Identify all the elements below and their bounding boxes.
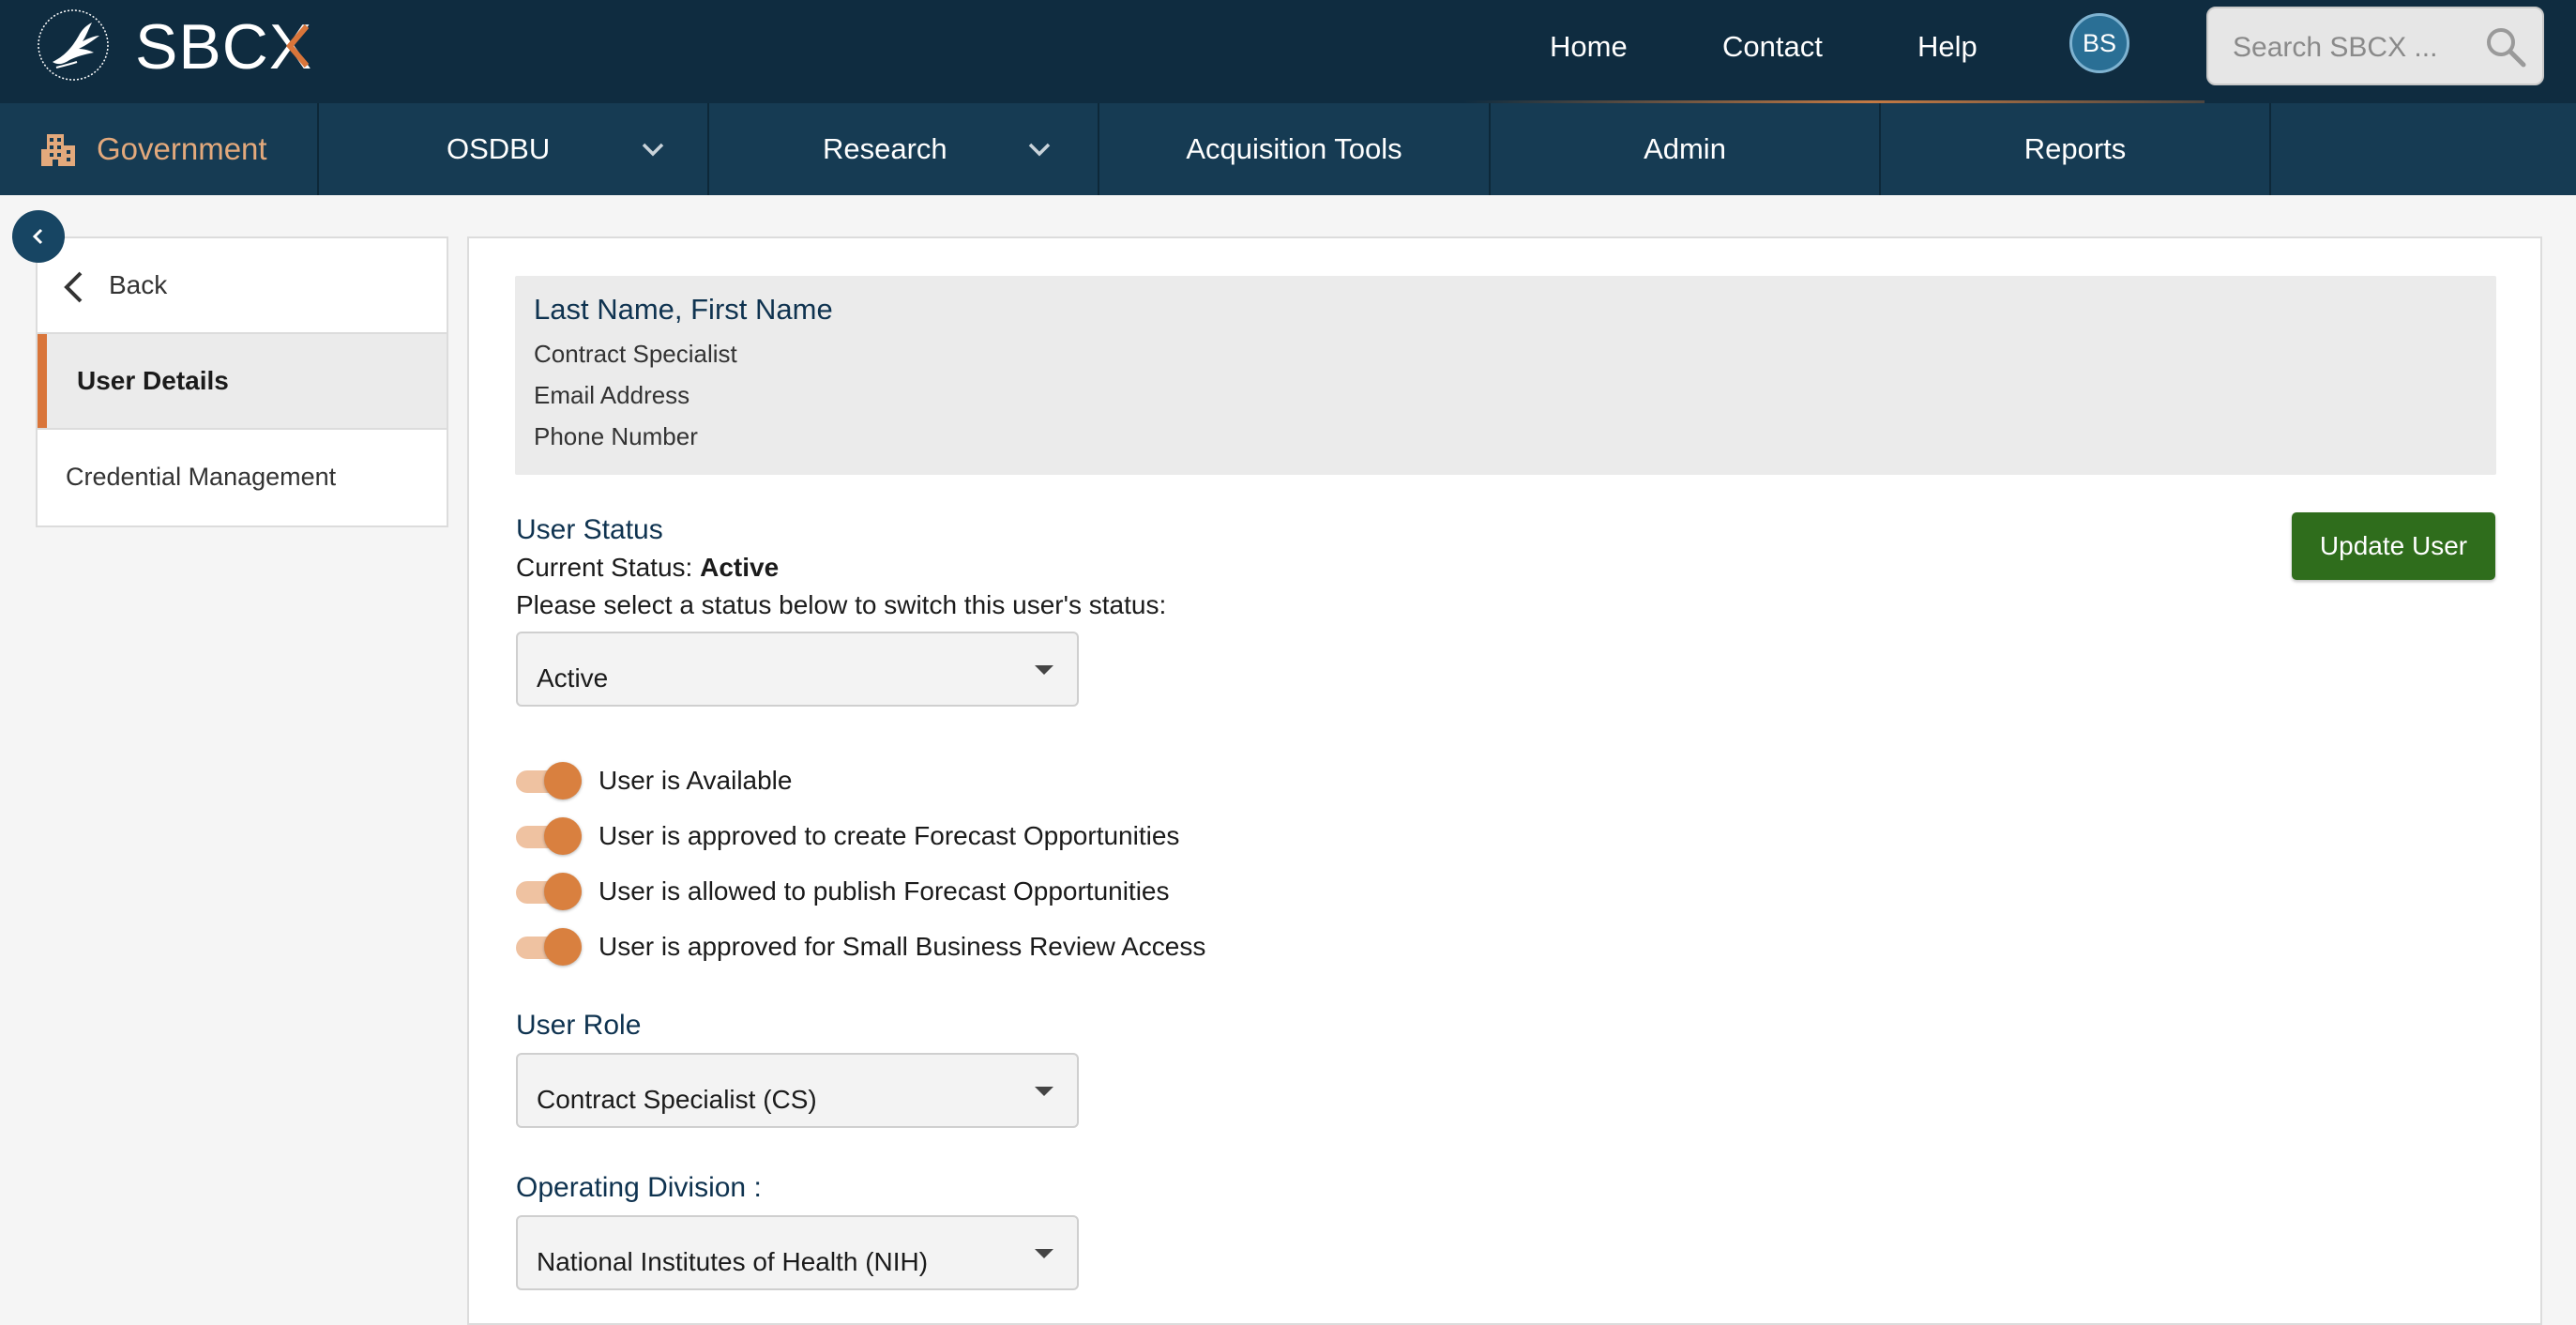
active-indicator	[38, 334, 47, 428]
small-business-review-toggle[interactable]	[516, 926, 585, 967]
user-info-panel: Last Name, First Name Contract Specialis…	[515, 276, 2496, 475]
create-forecast-toggle[interactable]	[516, 815, 585, 857]
nav-osdbu[interactable]: OSDBU	[319, 103, 709, 195]
collapse-sidebar-button[interactable]	[12, 210, 65, 263]
nav-reports[interactable]: Reports	[1881, 103, 2271, 195]
sidebar-item-label: User Details	[77, 366, 229, 395]
brand-chevron-icon	[286, 24, 309, 68]
nav-link-help[interactable]: Help	[1917, 26, 1977, 68]
building-icon	[41, 134, 75, 166]
sidebar-item-user-details[interactable]: User Details	[38, 334, 447, 430]
status-select-value: Active	[537, 663, 609, 693]
status-select[interactable]: Active	[516, 632, 1079, 707]
nav-research-label: Research	[823, 132, 947, 165]
toggle-label: User is Available	[599, 766, 793, 795]
current-status-value: Active	[700, 553, 780, 582]
update-user-button[interactable]: Update User	[2292, 512, 2495, 580]
caret-down-icon	[1035, 1087, 1053, 1096]
nav-research[interactable]: Research	[709, 103, 1099, 195]
toggle-label: User is approved for Small Business Revi…	[599, 932, 1206, 961]
operating-division-select[interactable]: National Institutes of Health (NIH)	[516, 1215, 1079, 1290]
nav-acquisition-tools[interactable]: Acquisition Tools	[1099, 103, 1491, 195]
caret-down-icon	[1035, 1249, 1053, 1258]
back-label: Back	[109, 270, 168, 299]
toggle-label: User is approved to create Forecast Oppo…	[599, 821, 1180, 850]
status-instruction: Please select a status below to switch t…	[516, 590, 1167, 619]
available-toggle[interactable]	[516, 760, 585, 801]
portal-label: Government	[97, 131, 267, 166]
caret-down-icon	[1035, 665, 1053, 675]
current-status: Current Status: Active	[516, 553, 779, 583]
operating-division-value: National Institutes of Health (NIH)	[537, 1247, 929, 1276]
chevron-down-icon	[1028, 143, 1051, 157]
hhs-eagle-logo-icon[interactable]	[36, 8, 111, 83]
user-phone: Phone Number	[534, 422, 698, 450]
nav-link-contact[interactable]: Contact	[1722, 26, 1823, 68]
user-role-select[interactable]: Contract Specialist (CS)	[516, 1053, 1079, 1128]
sidebar: Back User Details Credential Management	[36, 236, 448, 527]
search-icon[interactable]	[2482, 23, 2529, 70]
user-title: Contract Specialist	[534, 340, 737, 368]
chevron-left-icon	[32, 228, 43, 245]
sidebar-item-label: Credential Management	[66, 463, 337, 491]
search-input[interactable]	[2231, 23, 2478, 72]
back-link[interactable]: Back	[38, 238, 447, 334]
nav-link-home[interactable]: Home	[1550, 26, 1628, 68]
operating-division-heading: Operating Division :	[516, 1172, 762, 1203]
user-status-heading: User Status	[516, 514, 663, 545]
portal-government[interactable]: Government	[0, 103, 319, 195]
nav-osdbu-label: OSDBU	[447, 132, 551, 165]
user-avatar[interactable]: BS	[2069, 13, 2129, 73]
user-email: Email Address	[534, 381, 690, 409]
sidebar-item-credential-management[interactable]: Credential Management	[38, 430, 447, 525]
toggle-label: User is allowed to publish Forecast Oppo…	[599, 876, 1170, 906]
chevron-left-icon	[64, 271, 83, 303]
publish-forecast-toggle[interactable]	[516, 871, 585, 912]
user-name: Last Name, First Name	[534, 293, 833, 326]
nav-admin[interactable]: Admin	[1491, 103, 1881, 195]
search-box	[2206, 7, 2544, 85]
user-role-value: Contract Specialist (CS)	[537, 1085, 817, 1114]
chevron-down-icon	[642, 143, 664, 157]
top-header: SBCX Home Contact Help BS	[0, 0, 2576, 103]
user-role-heading: User Role	[516, 1010, 642, 1041]
main-navigation: Government OSDBU Research Acquisition To…	[0, 103, 2576, 195]
current-status-prefix: Current Status:	[516, 553, 693, 582]
